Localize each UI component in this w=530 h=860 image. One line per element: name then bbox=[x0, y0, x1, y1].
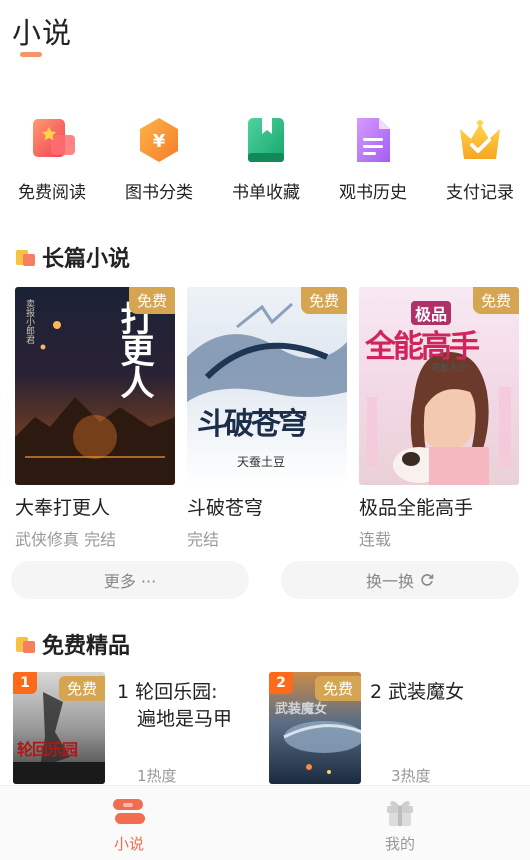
crown-icon bbox=[452, 112, 508, 168]
svg-text:¥: ¥ bbox=[153, 131, 166, 152]
section-header-free-picks: 免费精品 bbox=[16, 628, 130, 660]
book-card[interactable]: 打更人 卖报小郎君 免费 大奉打更人 武侠修真 完结 bbox=[15, 287, 175, 550]
free-tag: 免费 bbox=[314, 676, 361, 701]
heat-count: 1热度 bbox=[137, 767, 177, 785]
book-meta: 连载 bbox=[359, 530, 392, 549]
more-button[interactable]: 更多 ··· bbox=[11, 561, 249, 599]
quick-nav-payment[interactable]: 支付记录 bbox=[437, 112, 523, 203]
book-meta: 完结 bbox=[187, 530, 220, 549]
book-title: 大奉打更人 bbox=[15, 497, 111, 519]
refresh-button[interactable]: 换一换 bbox=[281, 561, 519, 599]
book-cover: 极品 全能高手 花都大少 免费 bbox=[359, 287, 519, 485]
tab-mine[interactable]: 我的 bbox=[360, 786, 440, 860]
book-card[interactable]: 斗破苍穹 天蚕土豆 免费 斗破苍穹 完结 bbox=[187, 287, 347, 550]
section-title: 免费精品 bbox=[42, 634, 131, 659]
section-header-long-novels: 长篇小说 bbox=[16, 241, 130, 273]
bookmark-icon bbox=[238, 112, 294, 168]
book-title: 极品全能高手 bbox=[359, 497, 474, 519]
rank-badge: 1 bbox=[13, 672, 37, 694]
tab-label: 我的 bbox=[384, 835, 415, 853]
bottom-tab-bar: 小说 我的 bbox=[0, 785, 530, 860]
cover-author: 天蚕土豆 bbox=[237, 455, 286, 469]
section-title: 长篇小说 bbox=[42, 247, 131, 272]
book-card[interactable]: 极品 全能高手 花都大少 免费 极品全能高手 连载 bbox=[359, 287, 519, 550]
book-cover: 2 免费 武装魔女 bbox=[269, 672, 361, 784]
free-book-card[interactable]: 1 免费 轮回乐园 1 轮回乐园: 遍地是马甲 1热度 bbox=[0, 672, 265, 785]
tab-label: 小说 bbox=[113, 835, 144, 853]
refresh-icon bbox=[420, 573, 434, 587]
quick-nav: 免费阅读 ¥ 图书分类 书单收藏 观书历史 支付记录 bbox=[0, 112, 530, 203]
tab-novel[interactable]: 小说 bbox=[89, 786, 169, 860]
free-tag: 免费 bbox=[128, 287, 175, 314]
cover-author: 花都大少 bbox=[431, 364, 468, 374]
free-book-title-line2: 遍地是马甲 bbox=[137, 708, 233, 730]
free-read-icon bbox=[24, 112, 80, 168]
novel-tab-icon bbox=[111, 797, 147, 827]
quick-nav-label: 图书分类 bbox=[125, 183, 193, 203]
category-icon: ¥ bbox=[131, 112, 187, 168]
cover-title: 轮回乐园 bbox=[17, 740, 78, 759]
book-cover: 打更人 卖报小郎君 免费 bbox=[15, 287, 175, 485]
title-underline bbox=[20, 52, 42, 57]
long-novels-list: 打更人 卖报小郎君 免费 大奉打更人 武侠修真 完结 斗破苍穹 天蚕土豆 免费 … bbox=[15, 287, 530, 550]
quick-nav-category[interactable]: ¥ 图书分类 bbox=[116, 112, 202, 203]
cover-author: 卖报小郎君 bbox=[24, 299, 34, 344]
free-book-title: 1 轮回乐园: bbox=[117, 681, 218, 703]
free-tag: 免费 bbox=[300, 287, 347, 314]
cover-title: 打更人 bbox=[114, 301, 154, 397]
section-marker-icon bbox=[16, 248, 36, 266]
book-meta: 武侠修真 完结 bbox=[15, 530, 117, 549]
refresh-button-label: 换一换 bbox=[365, 572, 414, 591]
heat-count: 3热度 bbox=[391, 767, 431, 785]
free-book-title: 2 武装魔女 bbox=[370, 681, 465, 703]
rank-badge: 2 bbox=[269, 672, 293, 694]
cover-title: 斗破苍穹 bbox=[197, 407, 308, 442]
quick-nav-history[interactable]: 观书历史 bbox=[330, 112, 416, 203]
free-book-card[interactable]: 2 免费 武装魔女 2 武装魔女 3热度 bbox=[265, 672, 530, 785]
gift-icon bbox=[382, 797, 418, 827]
quick-nav-label: 书单收藏 bbox=[232, 183, 300, 203]
quick-nav-bookmarks[interactable]: 书单收藏 bbox=[223, 112, 309, 203]
more-button-label: 更多 ··· bbox=[103, 572, 157, 591]
book-cover: 1 免费 轮回乐园 bbox=[13, 672, 105, 784]
book-cover: 斗破苍穹 天蚕土豆 免费 bbox=[187, 287, 347, 485]
free-tag: 免费 bbox=[472, 287, 519, 314]
free-tag: 免费 bbox=[58, 676, 105, 701]
quick-nav-free-read[interactable]: 免费阅读 bbox=[9, 112, 95, 203]
book-title: 斗破苍穹 bbox=[187, 497, 264, 519]
section-marker-icon bbox=[16, 635, 36, 653]
quick-nav-label: 观书历史 bbox=[339, 183, 407, 203]
history-icon bbox=[345, 112, 401, 168]
quick-nav-label: 支付记录 bbox=[446, 183, 514, 203]
cover-title: 全能高手 bbox=[365, 329, 480, 365]
page-title: 小说 bbox=[12, 16, 73, 50]
page-header: 小说 bbox=[12, 10, 72, 52]
quick-nav-label: 免费阅读 bbox=[18, 183, 86, 203]
